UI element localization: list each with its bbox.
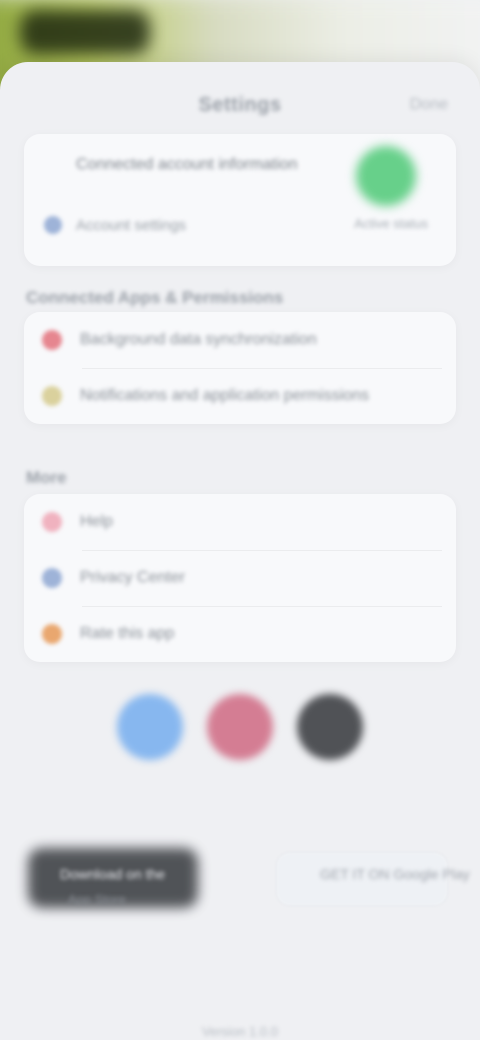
section-title-privacy: Connected Apps & Permissions — [26, 288, 284, 307]
account-title: Connected account information — [76, 156, 298, 173]
section-title-more: More — [26, 468, 67, 487]
privacy-icon — [42, 568, 62, 588]
privacy-item-sync[interactable]: Background data synchronization — [24, 312, 456, 368]
app-store-title: Download on the — [60, 866, 166, 882]
account-subrow[interactable]: Account settings — [44, 216, 186, 234]
more-item-label: Help — [80, 513, 113, 530]
privacy-item-permissions[interactable]: Notifications and application permission… — [24, 368, 456, 424]
more-item-help[interactable]: Help — [24, 494, 456, 550]
header: Settings Done — [0, 90, 480, 120]
account-icon — [44, 216, 62, 234]
privacy-list: Background data synchronization Notifica… — [24, 312, 456, 424]
more-item-label: Rate this app — [80, 625, 175, 642]
facebook-icon[interactable] — [117, 694, 183, 760]
more-list: Help Privacy Center Rate this app — [24, 494, 456, 662]
app-version: Version 1.0.0 — [202, 1024, 278, 1039]
done-button[interactable]: Done — [410, 96, 448, 114]
status-label: Active status — [354, 216, 428, 231]
top-dark-element — [20, 10, 150, 54]
more-item-rate[interactable]: Rate this app — [24, 606, 456, 662]
settings-sheet: Settings Done Connected account informat… — [0, 62, 480, 1040]
app-store-subtitle: App Store — [68, 892, 126, 907]
more-item-label: Privacy Center — [80, 569, 185, 586]
google-play-title: GET IT ON Google Play — [320, 866, 470, 882]
page-title: Settings — [198, 94, 282, 116]
account-subtitle: Account settings — [76, 216, 187, 234]
more-item-privacy-center[interactable]: Privacy Center — [24, 550, 456, 606]
instagram-icon[interactable] — [207, 694, 273, 760]
shield-icon — [42, 330, 62, 350]
camera-icon[interactable] — [297, 694, 363, 760]
privacy-item-label: Background data synchronization — [80, 331, 317, 348]
star-icon — [42, 624, 62, 644]
status-badge — [356, 146, 416, 206]
account-card[interactable]: Connected account information Account se… — [24, 134, 456, 266]
lock-icon — [42, 386, 62, 406]
settings-screen: Settings Done Connected account informat… — [0, 0, 480, 1040]
social-links — [0, 694, 480, 778]
privacy-item-label: Notifications and application permission… — [80, 387, 370, 404]
heart-icon — [42, 512, 62, 532]
